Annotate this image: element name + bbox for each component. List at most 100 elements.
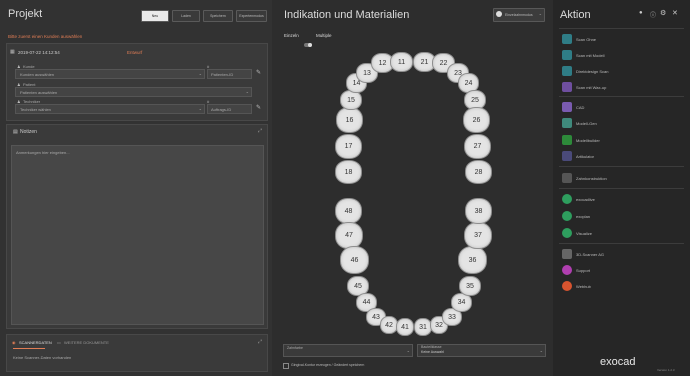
tooth-26[interactable]: 26 [463,107,490,133]
tooth-27[interactable]: 27 [464,134,491,159]
action-label: Modellbuilder [576,137,600,143]
action-cad[interactable]: CAD [562,100,584,114]
tooth-15[interactable]: 15 [340,90,362,110]
edit-icon[interactable]: ✎ [256,69,261,76]
action-scan-without[interactable]: Scan Ohne [562,32,596,46]
tooth-18[interactable]: 18 [335,160,362,184]
action-webhub[interactable]: Webhub [562,279,591,293]
new-button[interactable]: Neu [141,10,169,22]
tooth-12-label: 12 [378,59,387,67]
active-tab-indicator [13,348,45,349]
tooth-44-label: 44 [362,299,371,306]
info-icon[interactable]: ⓘ [650,10,656,19]
client-select[interactable]: Kunden auswählen ⌄ [15,69,205,79]
tooth-11-label: 11 [397,58,406,66]
action-exoplan[interactable]: exoplan [562,209,590,223]
action-label: Scan Ohne [576,36,597,42]
tooth-38[interactable]: 38 [465,198,492,224]
tab-scanner-data[interactable]: SCANNERDATEN [19,340,52,345]
tooth-36[interactable]: 36 [458,246,487,274]
action-label: Visualize [576,230,592,236]
patient-id-placeholder: Patienten-ID [211,72,234,77]
patient-id-field[interactable]: Patienten-ID [207,69,252,79]
save-button[interactable]: Speichern [203,10,233,22]
action-label: exocadlive [576,196,595,202]
tooth-47[interactable]: 47 [335,222,363,249]
visualize-icon [562,228,572,238]
action-tooth-construction[interactable]: Zahnkonstruktion [562,171,607,185]
mode-dropdown[interactable]: Einzelzahnmodus ⌄ [493,8,545,22]
exoplan-icon [562,211,572,221]
tooth-color-label: Zahnfarbe [287,346,303,350]
expert-mode-button[interactable]: Expertenmodus [236,10,267,22]
expand-icon[interactable]: ⤢ [258,128,262,134]
tooth-17-label: 17 [344,143,353,150]
chevron-down-icon: ⌄ [198,106,202,111]
tooth-34-label: 34 [457,299,466,306]
load-button[interactable]: Laden [172,10,200,22]
notes-textarea[interactable]: Anmerkungen hier eingeben... [11,145,264,325]
multiple-toggle[interactable] [304,34,312,52]
tooth-48[interactable]: 48 [335,198,362,224]
direct-scan-icon [562,66,572,76]
divider [559,243,684,244]
tooth-35-label: 35 [466,282,474,290]
expand-icon[interactable]: ⤢ [258,339,262,345]
action-scan-waxup[interactable]: Scan mit Wax-up [562,80,606,94]
patient-value: Patienten auswählen [20,90,58,95]
scanner-tab-icon: ◉ [12,340,16,345]
order-id-field[interactable]: Auftrags-ID [207,104,252,114]
version-text: Version 1.2.3 [657,368,675,372]
patient-select[interactable]: Patienten auswählen ⌄ [15,87,252,97]
action-direct-scan[interactable]: Direktdesign Scan [562,64,608,78]
action-visualize[interactable]: Visualize [562,226,592,240]
status-badge: Entwurf [127,50,143,55]
gear-icon[interactable]: ⚙ [660,9,666,17]
tooth-37[interactable]: 37 [464,222,492,249]
edit-icon[interactable]: ✎ [256,104,261,111]
component-class-select[interactable]: Bauteilklasse Keine Auswahl ⌄ [417,344,546,357]
scanner-panel: ◉ SCANNERDATEN ▭ WEITERE DOKUMENTE ⤢ Kei… [6,334,268,372]
gingiva-checkbox-label: Gingival-Kontur erzeugen / Geändert spei… [291,363,365,367]
tooth-11[interactable]: 11 [390,52,413,72]
tooth-36-label: 36 [468,256,477,264]
technician-select[interactable]: Techniker wählen ⌄ [15,104,205,114]
action-exocadlive[interactable]: exocadlive [562,192,595,206]
action-scan-model[interactable]: Scan mit Modell [562,48,604,62]
tooth-16[interactable]: 16 [336,107,363,133]
divider [559,96,684,97]
tooth-27-label: 27 [473,143,482,150]
cad-icon [562,102,572,112]
tooth-41[interactable]: 41 [396,318,414,336]
technician-value: Techniker wählen [20,107,51,112]
client-value: Kunden auswählen [20,72,55,77]
tooth-46[interactable]: 46 [340,246,369,274]
tooth-35[interactable]: 35 [459,276,481,296]
action-support[interactable]: Support [562,263,590,277]
tooth-22-label: 22 [439,59,448,67]
tooth-color-select[interactable]: Zahnfarbe ⌄ [283,344,413,357]
action-model-gen[interactable]: Modell-Gen [562,116,597,130]
tooth-15-label: 15 [347,96,355,104]
tooth-32-label: 32 [435,321,443,329]
action-scanner-ag[interactable]: 3D-Scanner AG [562,247,604,261]
tooth-28-label: 28 [474,168,483,176]
scan-icon [562,34,572,44]
expert-mode-label: Expertenmodus [239,14,264,18]
tooth-18-label: 18 [344,168,353,176]
tooth-28[interactable]: 28 [465,160,492,184]
action-modelbuilder[interactable]: Modellbuilder [562,133,600,147]
notes-icon: ▤ [13,129,18,135]
gingiva-checkbox[interactable] [283,363,289,369]
webhub-icon [562,281,572,291]
action-panel: Aktion ● ⓘ ⚙ ✕ Scan Ohne Scan mit Modell… [553,0,690,376]
tooth-17[interactable]: 17 [335,134,362,159]
divider [559,188,684,189]
action-articulator[interactable]: Artikulator [562,149,594,163]
user-icon[interactable]: ● [639,10,643,16]
scanner-ag-icon [562,249,572,259]
close-icon[interactable]: ✕ [672,9,678,17]
tab-documents[interactable]: WEITERE DOKUMENTE [64,340,109,345]
modelbuilder-icon [562,135,572,145]
indication-title: Indikation und Materialien [284,9,410,21]
